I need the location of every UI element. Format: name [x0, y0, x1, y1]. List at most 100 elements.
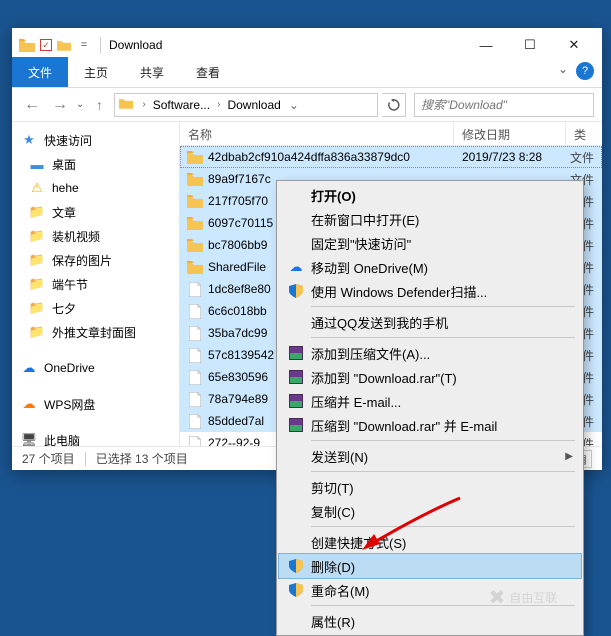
menu-item[interactable]: 使用 Windows Defender扫描...	[279, 279, 581, 303]
menu-item-label: 复制(C)	[307, 502, 573, 521]
menu-item[interactable]: 压缩到 "Download.rar" 并 E-mail	[279, 413, 581, 437]
folder-icon: 📁	[28, 323, 46, 341]
menu-item[interactable]: 压缩并 E-mail...	[279, 389, 581, 413]
breadcrumb[interactable]: › Software... › Download ⌄	[114, 93, 378, 117]
sidebar-thispc[interactable]: 🖥 此电脑	[12, 428, 179, 446]
col-name[interactable]: 名称	[180, 122, 454, 145]
cloud-icon: ☁	[20, 395, 38, 413]
sidebar-item-label: hehe	[52, 181, 79, 195]
menu-item[interactable]: ☁移动到 OneDrive(M)	[279, 255, 581, 279]
file-tab[interactable]: 文件	[12, 57, 68, 87]
folder-icon	[186, 195, 204, 208]
chevron-right-icon[interactable]: ›	[137, 99, 150, 110]
sidebar-wps[interactable]: ☁ WPS网盘	[12, 392, 179, 416]
back-button[interactable]: ←	[20, 93, 44, 117]
file-icon	[186, 392, 204, 407]
menu-item-label: 添加到压缩文件(A)...	[307, 344, 573, 363]
search-box[interactable]	[414, 93, 594, 117]
window-controls: — ☐ ✕	[464, 31, 596, 59]
menu-item[interactable]: 发送到(N)▶	[279, 444, 581, 468]
sidebar-item-label: 装机视频	[52, 228, 100, 245]
menu-item-label: 重命名(M)	[307, 581, 573, 600]
view-tab[interactable]: 查看	[180, 57, 236, 87]
sidebar-item-label: 文章	[52, 204, 76, 221]
title-bar: ✓ = Download — ☐ ✕	[12, 28, 602, 58]
folder-icon	[186, 261, 204, 274]
folder-icon	[186, 151, 204, 164]
quick-access-toolbar: ✓ =	[18, 36, 105, 54]
menu-item[interactable]: 创建快捷方式(S)	[279, 530, 581, 554]
forward-button[interactable]: →	[48, 93, 72, 117]
menu-separator	[311, 306, 575, 307]
menu-item[interactable]: 添加到 "Download.rar"(T)	[279, 365, 581, 389]
breadcrumb-part[interactable]: Download	[225, 98, 282, 112]
sidebar-item-label: 七夕	[52, 300, 76, 317]
menu-item-label: 压缩到 "Download.rar" 并 E-mail	[307, 416, 573, 435]
sidebar-item-hehe[interactable]: ⚠ hehe	[12, 176, 179, 200]
qat-overflow-icon[interactable]: =	[76, 37, 92, 53]
menu-item-label: 使用 Windows Defender扫描...	[307, 282, 573, 301]
sidebar-item-videos[interactable]: 📁 装机视频	[12, 224, 179, 248]
recent-locations-button[interactable]: ⌄	[76, 99, 84, 110]
menu-item[interactable]: 固定到"快速访问"	[279, 231, 581, 255]
file-icon	[186, 326, 204, 341]
sidebar-item-label: 此电脑	[44, 432, 80, 447]
breadcrumb-part[interactable]: Software...	[151, 98, 212, 112]
sidebar-item-covers[interactable]: 📁 外推文章封面图	[12, 320, 179, 344]
file-icon	[186, 348, 204, 363]
col-type[interactable]: 类型	[566, 122, 602, 145]
minimize-button[interactable]: —	[464, 31, 508, 59]
help-button[interactable]: ?	[576, 62, 594, 80]
sidebar-item-savedpics[interactable]: 📁 保存的图片	[12, 248, 179, 272]
home-tab[interactable]: 主页	[68, 57, 124, 87]
menu-separator	[311, 526, 575, 527]
breadcrumb-dropdown[interactable]: ⌄	[283, 98, 305, 112]
folder-icon: 📁	[28, 227, 46, 245]
address-bar-row: ← → ⌄ ↑ › Software... › Download ⌄	[12, 88, 602, 122]
file-row[interactable]: 42dbab2cf910a424dffa836a33879dc02019/7/2…	[180, 146, 602, 168]
chevron-right-icon[interactable]: ›	[212, 99, 225, 110]
sidebar-item-docs[interactable]: 📁 文章	[12, 200, 179, 224]
menu-separator	[311, 471, 575, 472]
close-button[interactable]: ✕	[552, 31, 596, 59]
menu-separator	[311, 605, 575, 606]
menu-item[interactable]: 删除(D)	[279, 554, 581, 578]
menu-item[interactable]: 剪切(T)	[279, 475, 581, 499]
sidebar-onedrive[interactable]: ☁ OneDrive	[12, 356, 179, 380]
qat-checkbox-icon[interactable]: ✓	[40, 39, 52, 51]
menu-item[interactable]: 属性(R)	[279, 609, 581, 633]
menu-item[interactable]: 添加到压缩文件(A)...	[279, 341, 581, 365]
menu-item[interactable]: 通过QQ发送到我的手机	[279, 310, 581, 334]
qat-folder-icon[interactable]	[56, 37, 72, 53]
col-date[interactable]: 修改日期	[454, 122, 566, 145]
shield-icon	[285, 284, 307, 298]
folder-icon	[186, 173, 204, 186]
sidebar-quick-access[interactable]: ★ 快速访问	[12, 128, 179, 152]
menu-item[interactable]: 重命名(M)	[279, 578, 581, 602]
menu-item-label: 添加到 "Download.rar"(T)	[307, 368, 573, 387]
sidebar-item-label: 外推文章封面图	[52, 324, 136, 341]
folder-icon	[119, 97, 135, 112]
up-button[interactable]: ↑	[88, 94, 110, 116]
file-type: 文件	[566, 149, 602, 166]
sidebar-item-qixi[interactable]: 📁 七夕	[12, 296, 179, 320]
menu-item[interactable]: 打开(O)	[279, 183, 581, 207]
menu-item[interactable]: 在新窗口中打开(E)	[279, 207, 581, 231]
menu-item-label: 固定到"快速访问"	[307, 234, 573, 253]
menu-item-label: 移动到 OneDrive(M)	[307, 258, 573, 277]
file-name: 42dbab2cf910a424dffa836a33879dc0	[208, 150, 454, 164]
maximize-button[interactable]: ☐	[508, 31, 552, 59]
menu-item-label: 打开(O)	[307, 186, 573, 205]
folder-icon	[186, 239, 204, 252]
search-input[interactable]	[421, 98, 587, 112]
menu-separator	[311, 337, 575, 338]
share-tab[interactable]: 共享	[124, 57, 180, 87]
file-icon	[186, 436, 204, 447]
file-icon	[186, 304, 204, 319]
refresh-button[interactable]	[382, 93, 406, 117]
sidebar-item-desktop[interactable]: ▬ 桌面	[12, 152, 179, 176]
star-icon: ★	[20, 131, 38, 149]
sidebar-item-dwj[interactable]: 📁 端午节	[12, 272, 179, 296]
ribbon-collapse-icon[interactable]: ⌄	[558, 62, 568, 80]
menu-item[interactable]: 复制(C)	[279, 499, 581, 523]
